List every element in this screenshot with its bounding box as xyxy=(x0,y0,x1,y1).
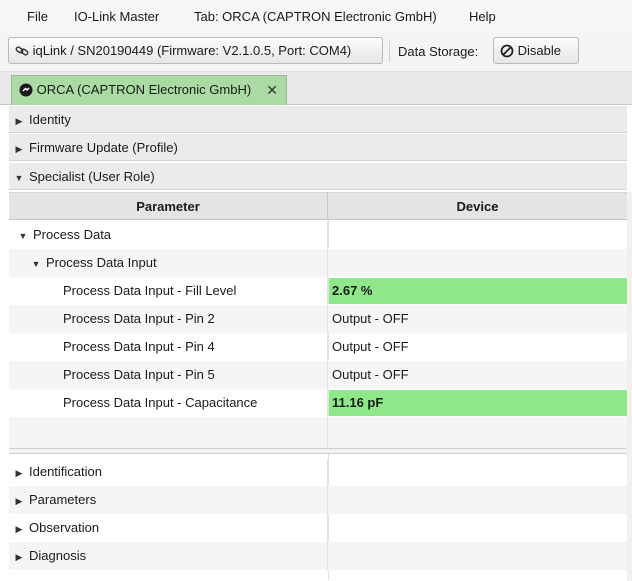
param-value: 2.67 % xyxy=(329,278,627,304)
prohibited-icon xyxy=(500,39,514,64)
data-storage-label: Data Storage: xyxy=(398,44,479,59)
tree-label-process-data: Process Data xyxy=(33,227,112,242)
triangle-right-icon: ▶ xyxy=(15,144,23,154)
param-value: 11.16 pF xyxy=(329,390,627,416)
table-row[interactable]: Process Data Input - Pin 4 Output - OFF xyxy=(9,333,627,361)
device-connection-label: iqLink / SN20190449 (Firmware: V2.1.0.5,… xyxy=(32,43,352,58)
column-header-parameter[interactable]: Parameter xyxy=(9,193,328,220)
disable-label: Disable xyxy=(517,43,561,58)
param-value: Output - OFF xyxy=(332,311,409,326)
param-value: Output - OFF xyxy=(332,339,409,354)
tab-orca-label: ORCA (CAPTRON Electronic GmbH) xyxy=(36,82,252,97)
table-row[interactable]: Process Data Input - Fill Level 2.67 % xyxy=(9,277,627,305)
section-specialist-label: Specialist (User Role) xyxy=(29,169,155,184)
tree-label-identification: Identification xyxy=(29,464,102,479)
param-name: Process Data Input - Pin 5 xyxy=(9,361,328,389)
tree-row-parameters[interactable]: ▶ Parameters xyxy=(9,486,627,514)
triangle-right-icon: ▶ xyxy=(15,524,23,534)
menu-bar: File IO-Link Master Tab: ORCA (CAPTRON E… xyxy=(0,0,632,34)
table-row[interactable]: Process Data Input - Pin 5 Output - OFF xyxy=(9,361,627,389)
param-name: Process Data Input - Pin 4 xyxy=(9,333,328,361)
section-identity-label: Identity xyxy=(29,112,71,127)
triangle-right-icon: ▶ xyxy=(15,116,23,126)
section-identity[interactable]: ▶ Identity xyxy=(9,106,627,133)
disable-button[interactable]: Disable xyxy=(493,37,579,64)
tree-row-identification[interactable]: ▶ Identification xyxy=(9,458,627,486)
tree-label-process-data-input: Process Data Input xyxy=(46,255,157,270)
table-row[interactable]: Process Data Input - Pin 2 Output - OFF xyxy=(9,305,627,333)
toolbar-separator xyxy=(389,41,390,62)
triangle-down-icon: ▼ xyxy=(14,173,24,183)
menu-io-link-master[interactable]: IO-Link Master xyxy=(74,9,159,24)
triangle-right-icon: ▶ xyxy=(15,552,23,562)
section-firmware-update-label: Firmware Update (Profile) xyxy=(29,140,178,155)
splitter[interactable] xyxy=(9,448,627,454)
section-specialist[interactable]: ▼ Specialist (User Role) xyxy=(9,163,627,190)
tree-row-diagnosis[interactable]: ▶ Diagnosis xyxy=(9,542,627,570)
tree-label-diagnosis: Diagnosis xyxy=(29,548,87,563)
param-name: Process Data Input - Pin 2 xyxy=(9,305,328,333)
table-row[interactable]: Process Data Input - Capacitance 11.16 p… xyxy=(9,389,627,417)
menu-help[interactable]: Help xyxy=(469,9,496,24)
device-connection-button[interactable]: iqLink / SN20190449 (Firmware: V2.1.0.5,… xyxy=(8,37,383,64)
triangle-down-icon: ▼ xyxy=(31,259,41,269)
menu-file[interactable]: File xyxy=(27,9,48,24)
triangle-right-icon: ▶ xyxy=(15,496,23,506)
column-header-device[interactable]: Device xyxy=(328,193,627,220)
tab-orca[interactable]: ORCA (CAPTRON Electronic GmbH) ✕ xyxy=(11,75,287,105)
param-value: Output - OFF xyxy=(332,367,409,382)
tree-row-process-data-input[interactable]: ▼ Process Data Input xyxy=(9,249,627,277)
tree-row-observation[interactable]: ▶ Observation xyxy=(9,514,627,542)
tab-bar: ORCA (CAPTRON Electronic GmbH) ✕ xyxy=(0,72,632,105)
toolbar: iqLink / SN20190449 (Firmware: V2.1.0.5,… xyxy=(0,34,632,72)
menu-tab[interactable]: Tab: ORCA (CAPTRON Electronic GmbH) xyxy=(194,9,437,24)
scrollbar[interactable] xyxy=(627,192,632,581)
section-firmware-update[interactable]: ▶ Firmware Update (Profile) xyxy=(9,134,627,161)
param-name: Process Data Input - Fill Level xyxy=(9,277,328,305)
triangle-right-icon: ▶ xyxy=(15,468,23,478)
triangle-down-icon: ▼ xyxy=(18,231,28,241)
link-icon xyxy=(15,39,29,64)
param-name: Process Data Input - Capacitance xyxy=(9,389,328,417)
tree-label-observation: Observation xyxy=(29,520,100,535)
tree-label-parameters: Parameters xyxy=(29,492,97,507)
table-header: Parameter Device xyxy=(9,192,627,220)
close-icon[interactable]: ✕ xyxy=(266,76,278,104)
tree-row-process-data[interactable]: ▼ Process Data xyxy=(9,221,627,249)
empty-row xyxy=(9,417,627,448)
device-tab-icon xyxy=(19,77,33,105)
